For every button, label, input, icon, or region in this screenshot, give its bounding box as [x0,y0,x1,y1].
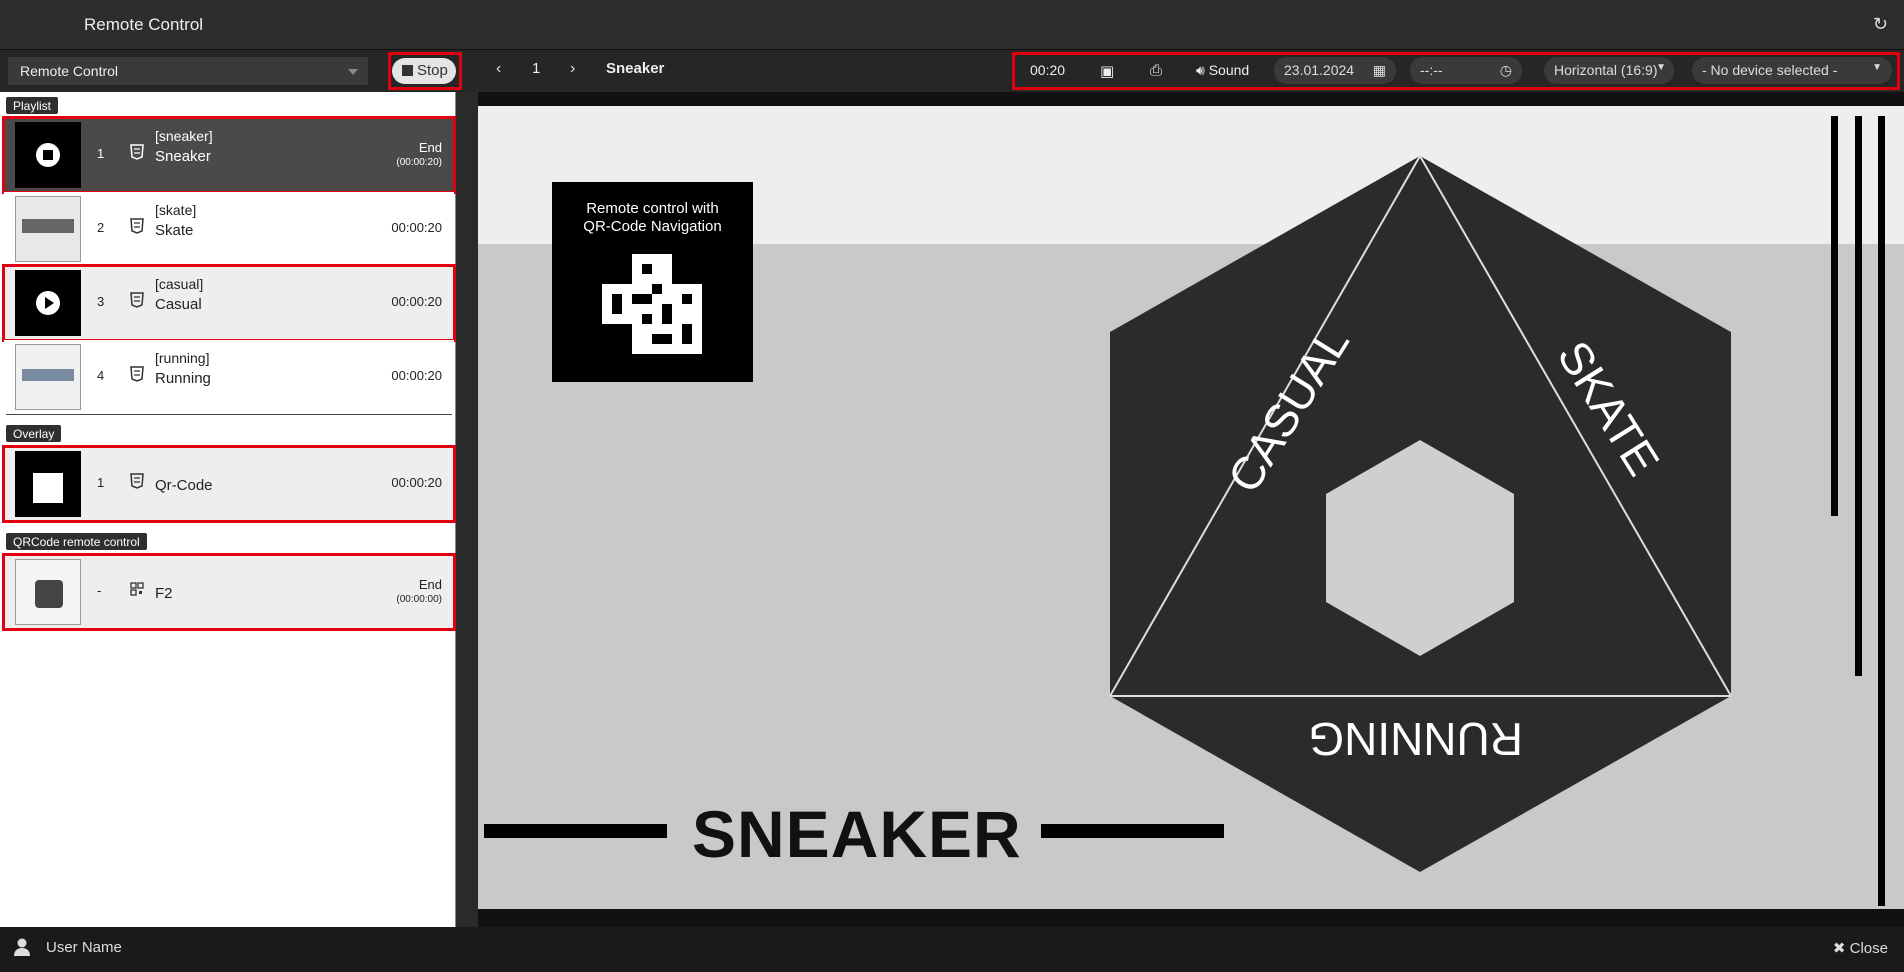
device-value: - No device selected - [1702,62,1838,78]
qr-text-line2: QR-Code Navigation [583,218,722,235]
divider [6,414,452,415]
item-end: End (00:00:00) [396,577,442,605]
date-field[interactable]: 23.01.2024 ▦ [1274,57,1396,84]
chevron-down-icon: ▼ [1656,62,1666,73]
thumbnail [15,270,81,336]
page-number: 1 [532,60,541,77]
sound-button[interactable]: 🔊︎ Sound [1196,56,1249,84]
html5-icon [130,473,144,489]
mode-select-value: Remote Control [20,63,119,79]
label-running: RUNNING [1308,713,1523,765]
qr-overlay-box[interactable]: Remote control with QR-Code Navigation [552,182,753,382]
close-icon: ✖ [1832,940,1850,957]
status-bar: User Name ✖ Close [0,927,1904,972]
stop-icon [36,143,60,167]
html5-icon [130,366,144,382]
scroll-gutter[interactable] [456,92,478,927]
item-name: Qr-Code [155,477,213,494]
time-value: --:-- [1420,62,1443,78]
chevron-left-icon[interactable]: ‹ [496,60,501,78]
item-name: F2 [155,585,173,602]
camera-icon[interactable]: ▣ [1100,56,1114,84]
print-icon[interactable]: ⎙ [1150,56,1162,84]
item-duration: 00:00:20 [391,368,442,383]
current-slide-title: Sneaker [606,60,665,77]
item-duration: 00:00:20 [391,220,442,235]
item-name: Skate [155,222,194,239]
qr-code-icon [602,254,702,354]
item-tag: [running] [155,350,210,366]
close-label: Close [1849,940,1888,957]
item-number: 4 [97,368,105,383]
close-button[interactable]: ✖ Close [1833,939,1888,957]
item-tag: [casual] [155,276,204,292]
thumbnail [15,122,81,188]
end-time: (00:00:20) [396,157,442,168]
html5-icon [130,292,144,308]
thumbnail [15,196,81,262]
item-duration: 00:00:20 [391,294,442,309]
section-label-qrcode: QRCode remote control [6,533,147,550]
time-field[interactable]: --:-- ◷ [1410,57,1522,84]
play-icon [36,291,60,315]
playlist-item-casual[interactable]: 3 [casual] Casual 00:00:20 [4,266,454,340]
timer-display: 00:20 [1030,62,1066,78]
thumbnail [15,344,81,410]
qr-text-line1: Remote control with [586,200,719,217]
thumbnail [15,559,81,625]
user-icon [14,938,30,956]
section-label-playlist: Playlist [6,97,59,114]
playlist-item-skate[interactable]: 2 [skate] Skate 00:00:20 [4,192,454,266]
window-title: Remote Control [84,15,204,34]
calendar-icon: ▦ [1372,62,1386,78]
item-tag: [sneaker] [155,128,213,144]
chevron-down-icon [348,69,358,75]
end-time: (00:00:00) [396,594,442,605]
playlist-item-running[interactable]: 4 [running] Running 00:00:20 [4,340,454,414]
qr-icon [130,582,144,596]
end-label: End [418,140,442,155]
refresh-icon[interactable]: ↻ [1873,14,1888,35]
item-number: 3 [97,294,105,309]
title-bar: Remote Control ↻ [0,0,1904,50]
stop-icon [402,65,413,76]
clock-icon: ◷ [1499,62,1512,78]
item-end: End (00:00:20) [396,140,442,168]
item-name: Running [155,370,211,387]
chevron-down-icon: ▼ [1872,62,1882,73]
item-number: 1 [97,475,105,490]
sound-icon: 🔊︎ [1196,62,1209,78]
slide-title: SNEAKER [692,797,1022,871]
orientation-select[interactable]: Horizontal (16:9) ▼ [1544,57,1674,84]
html5-icon [130,144,144,160]
item-name: Sneaker [155,148,211,165]
playlist-item-sneaker[interactable]: 1 [sneaker] Sneaker End (00:00:20) [4,118,454,192]
end-label: End [418,577,442,592]
orientation-value: Horizontal (16:9) [1554,62,1658,78]
item-name: Casual [155,296,202,313]
item-tag: [skate] [155,202,197,218]
item-number: - [97,583,102,598]
item-number: 2 [97,220,105,235]
stop-label: Stop [417,62,448,79]
device-select[interactable]: - No device selected - ▼ [1692,57,1892,84]
overlay-item-qr-code[interactable]: 1 Qr-Code 00:00:20 [4,447,454,521]
item-duration: 00:00:20 [391,475,442,490]
qrcode-item-f2[interactable]: - F2 End (00:00:00) [4,555,454,629]
chevron-right-icon[interactable]: › [570,60,575,78]
user-name: User Name [46,939,122,956]
section-label-overlay: Overlay [6,425,62,442]
date-value: 23.01.2024 [1284,62,1355,78]
sound-label: Sound [1208,62,1250,78]
mode-select[interactable]: Remote Control [8,57,368,85]
item-number: 1 [97,146,105,161]
stop-button[interactable]: Stop [392,58,456,84]
thumbnail [15,451,81,517]
html5-icon [130,218,144,234]
